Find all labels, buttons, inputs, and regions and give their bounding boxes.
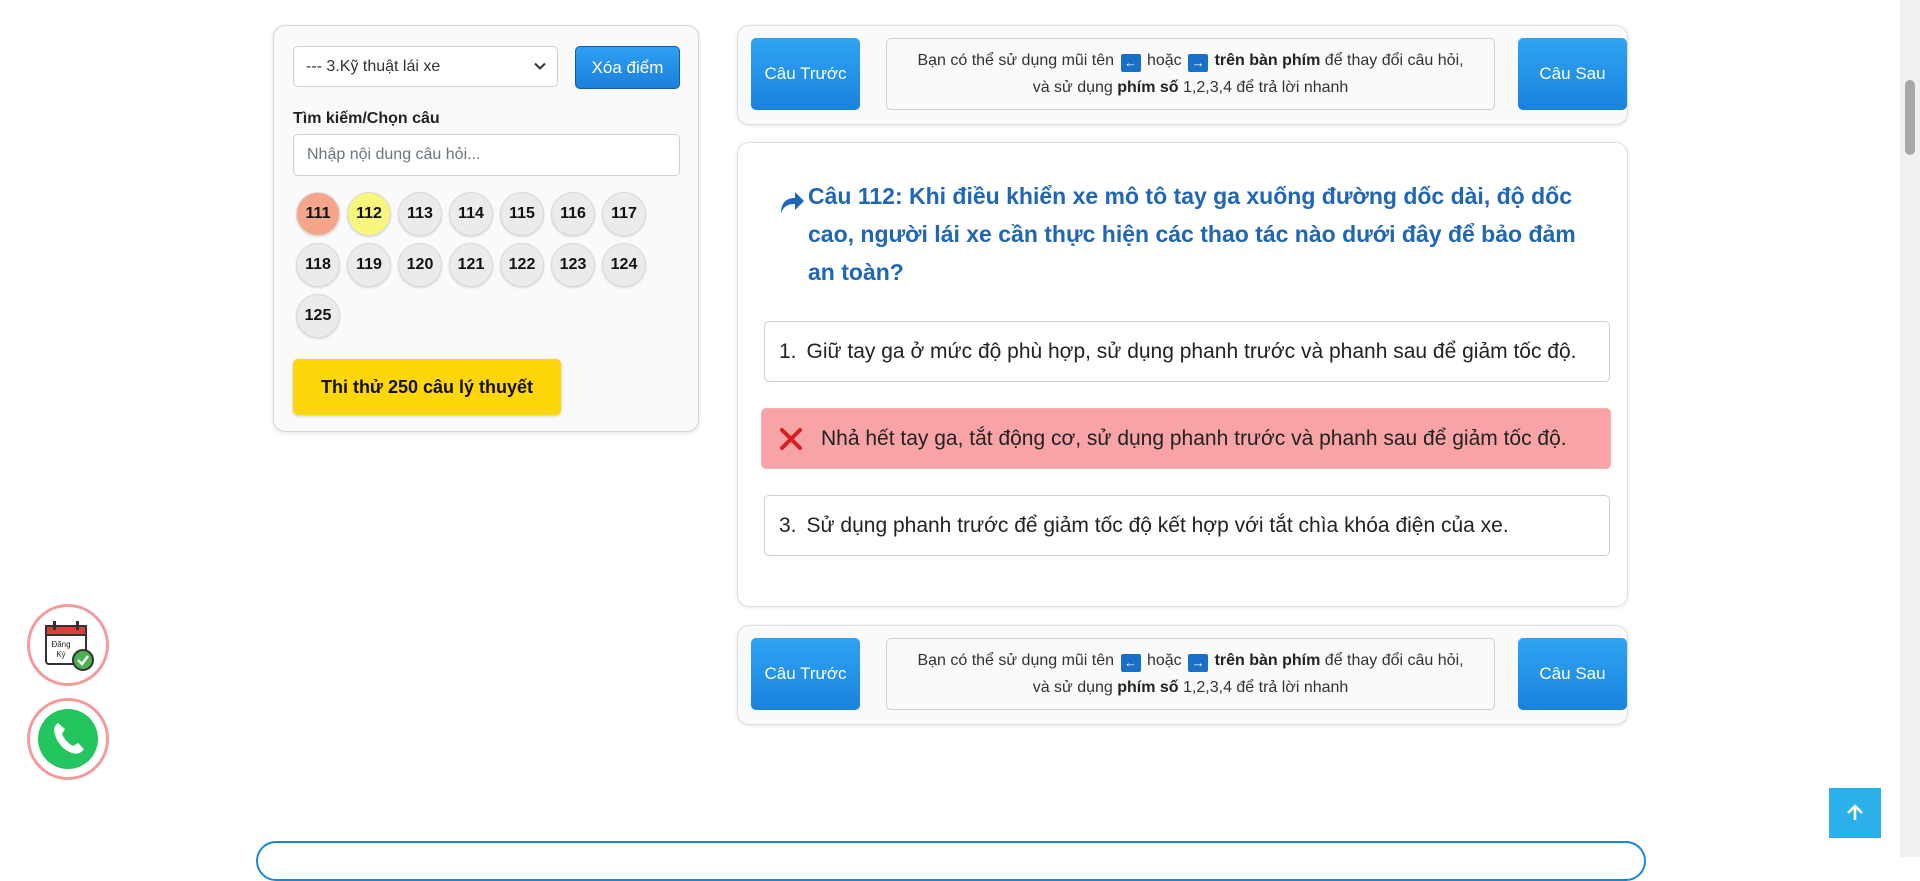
right-arrow-key-icon: →	[1188, 54, 1209, 72]
question-number-114[interactable]: 114	[449, 192, 493, 236]
keyboard-hint: Bạn có thể sử dụng mũi tên ← hoặc → trên…	[886, 638, 1495, 710]
answer-text: Sử dụng phanh trước để giảm tốc độ kết h…	[806, 513, 1509, 537]
share-arrow-icon	[781, 192, 804, 213]
search-input[interactable]	[293, 134, 680, 176]
right-arrow-key-icon: →	[1188, 654, 1209, 672]
hint-text: Bạn có thể sử dụng mũi tên	[917, 52, 1115, 69]
answer-option-2[interactable]: Nhả hết tay ga, tắt động cơ, sử dụng pha…	[761, 408, 1611, 469]
prev-question-button[interactable]: Câu Trước	[751, 38, 860, 110]
left-arrow-key-icon: ←	[1120, 654, 1141, 672]
question-number-123[interactable]: 123	[551, 243, 595, 287]
answer-option-3[interactable]: 3. Sử dụng phanh trước để giảm tốc độ kế…	[764, 495, 1610, 556]
question-number-120[interactable]: 120	[398, 243, 442, 287]
keyboard-hint: Bạn có thể sử dụng mũi tên ← hoặc → trên…	[886, 38, 1495, 110]
arrow-up-icon	[1847, 804, 1863, 820]
question-picker-panel: --- 3.Kỹ thuật lái xe Xóa điểm Tìm kiếm/…	[273, 25, 699, 432]
hint-text: hoặc	[1146, 52, 1182, 69]
answer-text: Giữ tay ga ở mức độ phù hợp, sử dụng pha…	[806, 339, 1577, 363]
question-number-118[interactable]: 118	[296, 243, 340, 287]
question-number-116[interactable]: 116	[551, 192, 595, 236]
hint-bold: phím số	[1117, 679, 1179, 696]
question-number-122[interactable]: 122	[500, 243, 544, 287]
hint-bold: trên bàn phím	[1214, 52, 1321, 69]
next-question-button[interactable]: Câu Sau	[1518, 38, 1627, 110]
question-number-112[interactable]: 112	[347, 192, 391, 236]
call-button[interactable]	[27, 698, 109, 780]
question-number-119[interactable]: 119	[347, 243, 391, 287]
question-number-125[interactable]: 125	[296, 294, 340, 338]
practice-exam-button[interactable]: Thi thử 250 câu lý thuyết	[293, 359, 561, 415]
wrong-x-icon	[780, 427, 802, 450]
clear-score-button[interactable]: Xóa điểm	[575, 46, 680, 89]
prev-question-button[interactable]: Câu Trước	[751, 638, 860, 710]
register-label: Ký	[56, 650, 65, 659]
hint-bold: phím số	[1117, 79, 1179, 96]
question-title: Câu 112: Khi điều khiển xe mô tô tay ga …	[808, 183, 1576, 285]
answer-option-1[interactable]: 1. Giữ tay ga ở mức độ phù hợp, sử dụng …	[764, 321, 1610, 382]
question-nav-top: Câu Trước Bạn có thể sử dụng mũi tên ← h…	[737, 25, 1628, 125]
question-number-grid: 111 112 113 114 115 116 117 118 119 120 121 122 123 1…	[296, 192, 676, 338]
search-label: Tìm kiếm/Chọn câu	[293, 110, 440, 127]
scrollbar-thumb[interactable]	[1905, 80, 1915, 155]
next-question-button[interactable]: Câu Sau	[1518, 638, 1627, 710]
hint-text: 1,2,3,4 để trả lời nhanh	[1183, 79, 1349, 96]
question-number-121[interactable]: 121	[449, 243, 493, 287]
scroll-to-top-button[interactable]	[1829, 788, 1881, 838]
question-number-115[interactable]: 115	[500, 192, 544, 236]
question-number-124[interactable]: 124	[602, 243, 646, 287]
chapter-select[interactable]: --- 3.Kỹ thuật lái xe	[293, 46, 558, 87]
hint-text: 1,2,3,4 để trả lời nhanh	[1183, 679, 1349, 696]
answer-number: 3.	[779, 513, 797, 537]
question-number-113[interactable]: 113	[398, 192, 442, 236]
answer-number: 1.	[779, 339, 797, 363]
question-card: Câu 112: Khi điều khiển xe mô tô tay ga …	[737, 142, 1628, 607]
chapter-select-value: --- 3.Kỹ thuật lái xe	[306, 57, 441, 75]
page-scrollbar[interactable]	[1900, 0, 1920, 857]
hint-bold: trên bàn phím	[1214, 652, 1321, 669]
phone-icon	[38, 709, 98, 769]
answer-text: Nhả hết tay ga, tắt động cơ, sử dụng pha…	[821, 426, 1567, 450]
question-nav-bottom: Câu Trước Bạn có thể sử dụng mũi tên ← h…	[737, 625, 1628, 725]
hint-text: hoặc	[1146, 652, 1182, 669]
question-number-111[interactable]: 111	[296, 192, 340, 236]
register-label: Đăng	[51, 640, 70, 649]
register-button[interactable]: Đăng Ký	[27, 604, 109, 686]
footer-section	[256, 841, 1646, 881]
calendar-register-icon: Đăng Ký	[45, 621, 94, 671]
chevron-down-icon	[534, 62, 546, 70]
hint-text: Bạn có thể sử dụng mũi tên	[917, 652, 1115, 669]
question-number-117[interactable]: 117	[602, 192, 646, 236]
left-arrow-key-icon: ←	[1120, 54, 1141, 72]
